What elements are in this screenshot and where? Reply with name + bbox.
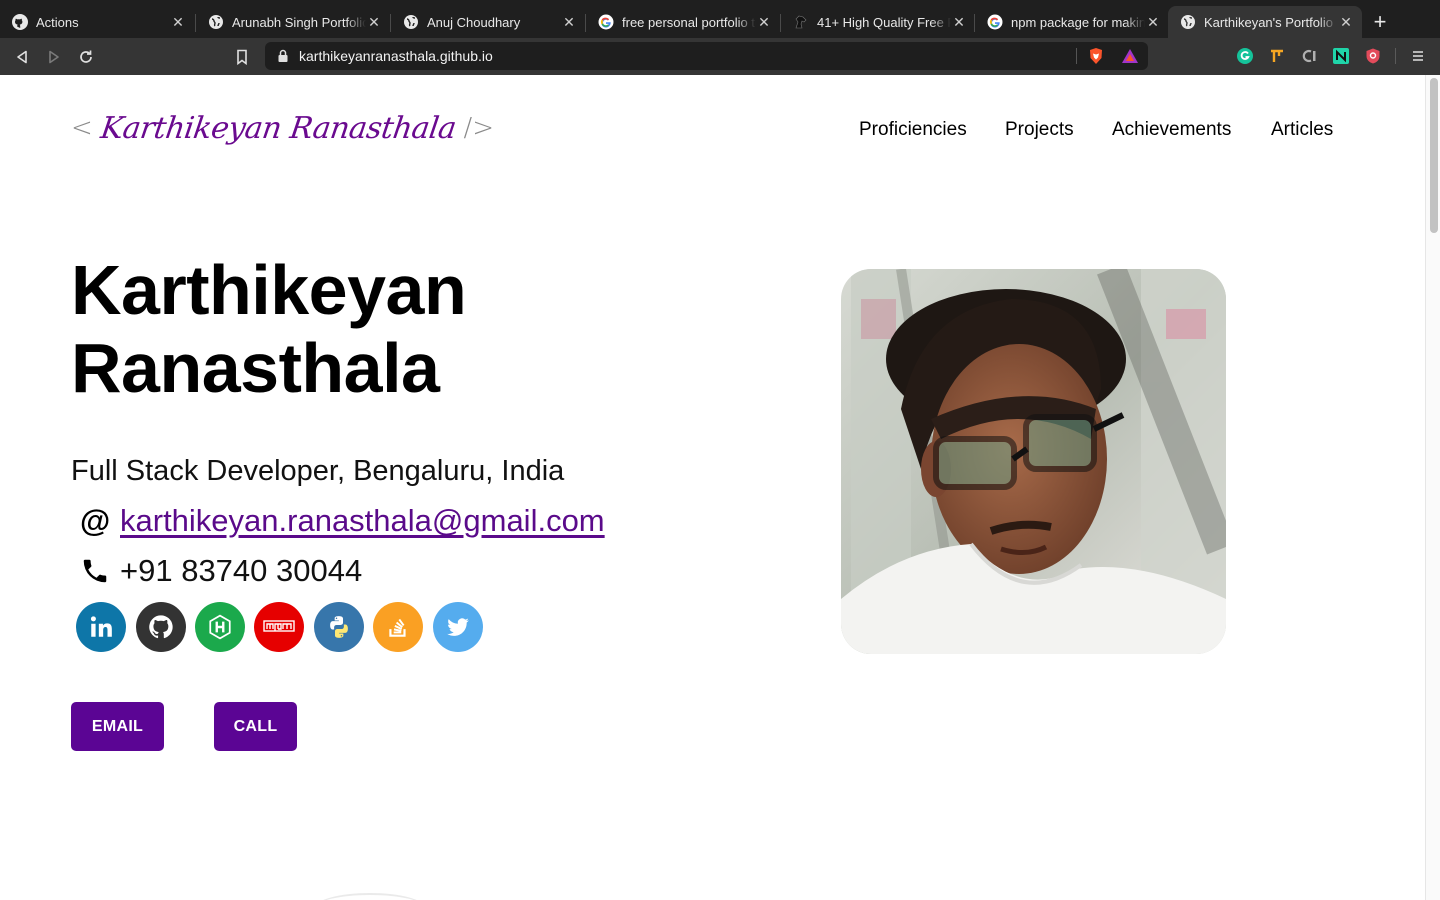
globe-icon <box>403 14 419 30</box>
extension-n-icon[interactable] <box>1332 47 1350 65</box>
tab-title: Karthikeyan's Portfolio <box>1204 14 1333 30</box>
globe-icon <box>208 14 224 30</box>
phone-number: +91 83740 30044 <box>120 553 363 588</box>
toolbar-divider <box>1395 48 1396 64</box>
email-link[interactable]: karthikeyan.ranasthala@gmail.com <box>120 503 605 539</box>
linkedin-icon[interactable] <box>76 602 126 652</box>
close-icon[interactable]: ✕ <box>366 14 382 31</box>
close-icon[interactable]: ✕ <box>1145 14 1161 31</box>
tab-karthikeyan-portfolio[interactable]: Karthikeyan's Portfolio ✕ <box>1168 6 1362 38</box>
nav-proficiencies[interactable]: Proficiencies <box>859 119 967 141</box>
browser-tab-bar: Actions ✕ Arunabh Singh Portfolio ✕ Anuj… <box>0 0 1440 38</box>
phone-icon <box>80 556 120 586</box>
hero-name-first: Karthikeyan <box>71 251 467 329</box>
close-icon[interactable]: ✕ <box>951 14 967 31</box>
extension-c-icon[interactable] <box>1300 47 1318 65</box>
stackoverflow-icon[interactable] <box>373 602 423 652</box>
at-icon: @ <box>80 503 111 538</box>
nav-articles[interactable]: Articles <box>1271 119 1333 141</box>
tab-title: 41+ High Quality Free Re <box>817 14 951 30</box>
email-row: @ karthikeyan.ranasthala@gmail.com <box>80 503 605 539</box>
bookmark-icon[interactable] <box>231 46 253 68</box>
logo-close-bracket: /> <box>463 113 495 143</box>
lock-icon <box>277 49 289 68</box>
tab-actions[interactable]: Actions ✕ <box>0 6 194 38</box>
hero-name: Karthikeyan Ranasthala <box>71 251 467 407</box>
tab-title: npm package for making <box>1011 14 1145 30</box>
scrollbar-thumb[interactable] <box>1430 78 1438 233</box>
decorative-arc <box>315 893 425 900</box>
nav-projects[interactable]: Projects <box>1005 119 1074 141</box>
url-text: karthikeyanranasthala.github.io <box>299 48 493 64</box>
python-icon[interactable] <box>314 602 364 652</box>
close-icon[interactable]: ✕ <box>170 14 186 31</box>
tab-arunabh[interactable]: Arunabh Singh Portfolio ✕ <box>196 6 390 38</box>
logo-signature: Karthikeyan Ranasthala <box>98 110 459 146</box>
close-icon[interactable]: ✕ <box>1338 14 1354 31</box>
brave-shields-icon[interactable] <box>1087 47 1105 70</box>
extension-orange-icon[interactable] <box>1268 47 1286 65</box>
close-icon[interactable]: ✕ <box>756 14 772 31</box>
page-viewport: < Karthikeyan Ranasthala /> Proficiencie… <box>0 75 1425 900</box>
google-icon <box>987 14 1003 30</box>
brave-rewards-icon[interactable] <box>1121 48 1139 69</box>
globe-icon <box>1180 14 1196 30</box>
tab-google-npm[interactable]: npm package for making ✕ <box>975 6 1169 38</box>
menu-icon[interactable] <box>1409 47 1427 65</box>
reload-icon[interactable] <box>75 46 97 68</box>
npm-icon[interactable] <box>254 602 304 652</box>
phone-row: +91 83740 30044 <box>80 553 362 589</box>
github-icon[interactable] <box>136 602 186 652</box>
address-divider <box>1076 48 1077 64</box>
tab-title: Actions <box>36 14 79 30</box>
twitter-icon[interactable] <box>433 602 483 652</box>
forward-icon[interactable] <box>43 46 65 68</box>
hackerrank-icon[interactable] <box>195 602 245 652</box>
hero-name-last: Ranasthala <box>71 329 440 407</box>
github-icon <box>12 14 28 30</box>
new-tab-button[interactable]: + <box>1370 10 1390 34</box>
site-logo[interactable]: < Karthikeyan Ranasthala /> <box>71 103 494 153</box>
tab-title: Arunabh Singh Portfolio <box>232 14 366 30</box>
tab-anuj[interactable]: Anuj Choudhary ✕ <box>391 6 585 38</box>
back-icon[interactable] <box>11 46 33 68</box>
hero-subtitle: Full Stack Developer, Bengaluru, India <box>71 455 565 487</box>
close-icon[interactable]: ✕ <box>561 14 577 31</box>
address-bar[interactable]: karthikeyanranasthala.github.io <box>265 42 1148 70</box>
email-button[interactable]: EMAIL <box>71 702 164 751</box>
tab-title: Anuj Choudhary <box>427 14 521 30</box>
browser-toolbar: karthikeyanranasthala.github.io <box>0 38 1440 75</box>
page-scrollbar[interactable] <box>1425 75 1440 900</box>
nav-achievements[interactable]: Achievements <box>1112 119 1231 141</box>
google-icon <box>598 14 614 30</box>
grammarly-icon[interactable] <box>1236 47 1254 65</box>
extension-shield-icon[interactable] <box>1364 47 1382 65</box>
profile-photo <box>841 269 1226 654</box>
tab-high-quality[interactable]: 41+ High Quality Free Re ✕ <box>781 6 975 38</box>
tab-google-portfolio[interactable]: free personal portfolio te ✕ <box>586 6 780 38</box>
horse-icon <box>793 14 809 30</box>
tab-title: free personal portfolio te <box>622 14 756 30</box>
logo-open-bracket: < <box>71 113 93 143</box>
call-button[interactable]: CALL <box>214 702 297 751</box>
